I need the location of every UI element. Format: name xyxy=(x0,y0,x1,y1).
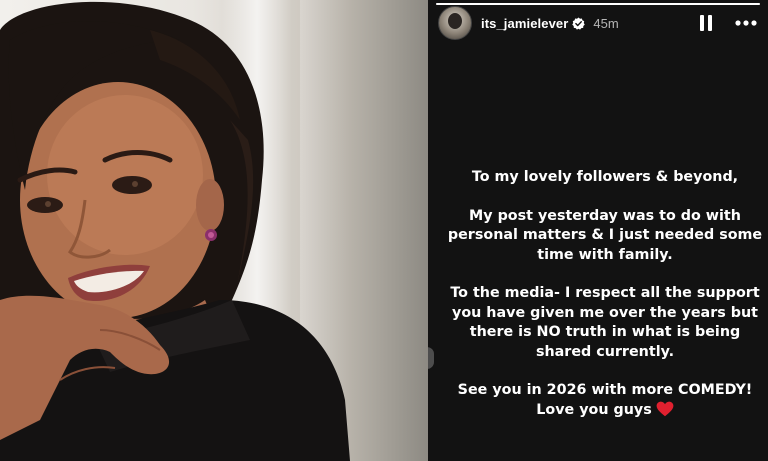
previous-story-hint[interactable] xyxy=(428,347,434,369)
story-header: its_jamielever 45m xyxy=(438,5,758,41)
story-message: To my lovely followers & beyond, My post… xyxy=(444,168,766,420)
portrait-photo xyxy=(0,0,428,461)
pause-icon xyxy=(700,15,712,31)
story-paragraph: To the media- I respect all the support … xyxy=(450,285,760,360)
verified-badge-icon xyxy=(572,17,586,30)
closing-line: Love you guys xyxy=(536,401,652,418)
instagram-story: its_jamielever 45m To my lovely follower… xyxy=(428,0,768,461)
pause-button[interactable] xyxy=(694,11,718,35)
post-timestamp: 45m xyxy=(593,15,619,31)
story-paragraph: See you in 2026 with more COMEDY! xyxy=(457,382,753,398)
story-paragraph: To my lovely followers & beyond, xyxy=(471,169,739,185)
portrait-illustration xyxy=(0,1,350,461)
story-paragraph: My post yesterday was to do with persona… xyxy=(447,207,763,263)
story-closing: Love you guys xyxy=(444,401,766,421)
heart-icon xyxy=(656,401,674,416)
more-horizontal-icon xyxy=(735,20,757,26)
more-options-button[interactable] xyxy=(734,11,758,35)
username[interactable]: its_jamielever xyxy=(481,16,568,31)
composite-image: its_jamielever 45m To my lovely follower… xyxy=(0,0,768,461)
profile-avatar[interactable] xyxy=(438,6,472,40)
